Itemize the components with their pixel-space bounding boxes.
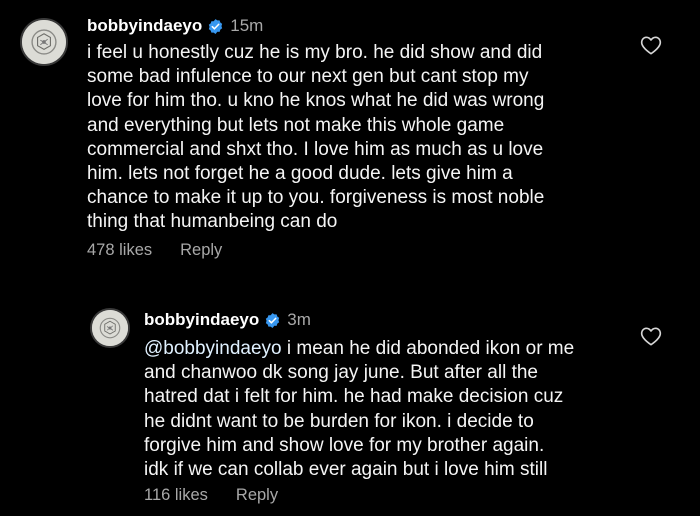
username[interactable]: bobbyindaeyo <box>87 16 202 36</box>
comment-text: @bobbyindaeyo i mean he did abonded ikon… <box>144 337 624 482</box>
timestamp: 3m <box>287 310 311 329</box>
reply-comment-item: bobbyindaeyo 3m @bobbyindaeyo i mean he … <box>0 290 700 516</box>
comment-meta: 478 likes Reply <box>87 241 222 260</box>
heart-icon[interactable] <box>640 35 662 55</box>
reply-button[interactable]: Reply <box>236 486 278 505</box>
avatar-image <box>92 310 128 346</box>
reply-button[interactable]: Reply <box>180 241 222 260</box>
verified-badge-icon <box>264 312 281 329</box>
timestamp: 15m <box>230 16 264 35</box>
verified-badge-icon <box>207 18 224 35</box>
likes-count[interactable]: 116 likes <box>144 486 208 505</box>
avatar[interactable] <box>20 18 68 66</box>
comment-item: bobbyindaeyo 15m i feel u honestly cuz h… <box>0 0 700 280</box>
likes-count[interactable]: 478 likes <box>87 241 152 260</box>
mention-link[interactable]: @bobbyindaeyo <box>144 338 282 359</box>
comment-meta: 116 likes Reply <box>144 486 278 505</box>
comment-header: bobbyindaeyo 3m <box>144 308 311 332</box>
heart-icon[interactable] <box>640 326 662 346</box>
avatar[interactable] <box>90 308 130 348</box>
avatar-image <box>22 20 66 64</box>
comment-header: bobbyindaeyo 15m <box>87 14 263 38</box>
username[interactable]: bobbyindaeyo <box>144 310 259 330</box>
comment-text-body: i mean he did abonded ikon or me and cha… <box>144 338 575 481</box>
comment-text: i feel u honestly cuz he is my bro. he d… <box>87 42 545 233</box>
